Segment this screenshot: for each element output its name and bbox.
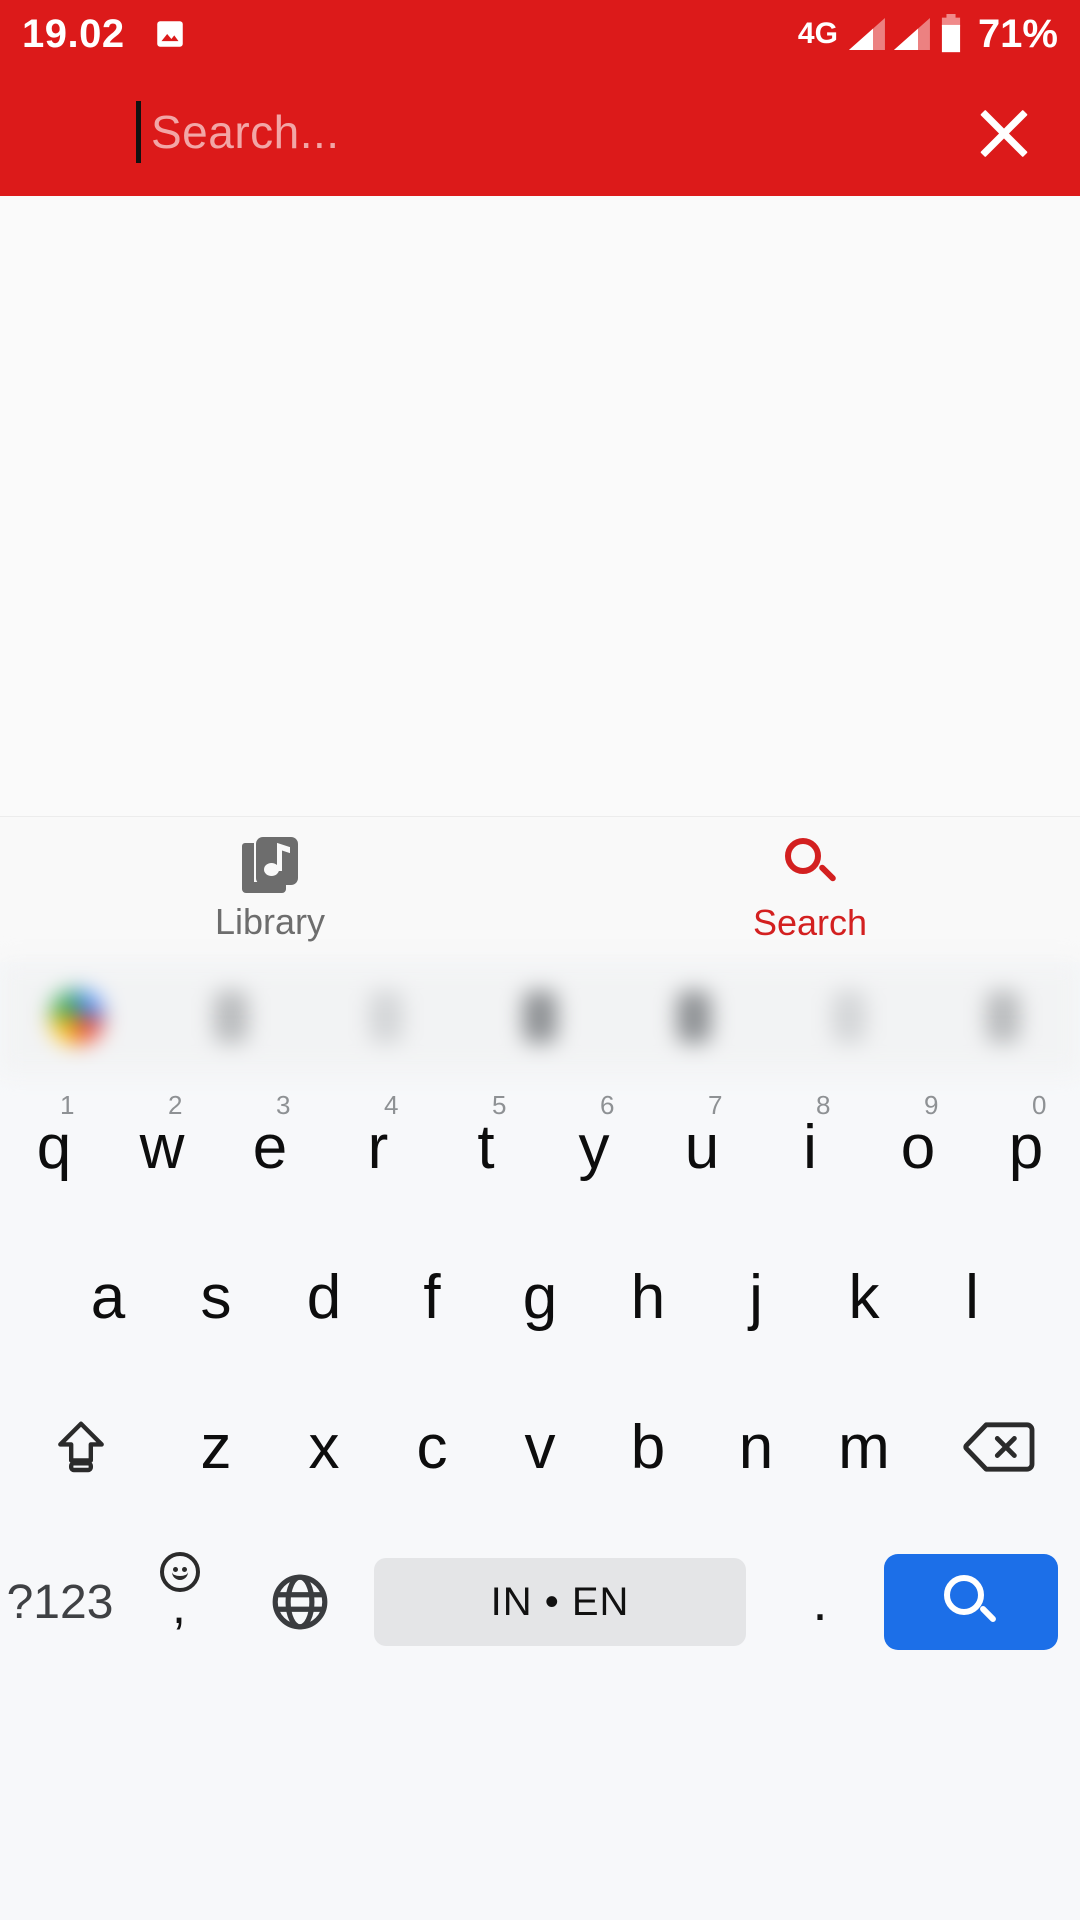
search-enter-icon: [942, 1573, 1000, 1631]
key-s[interactable]: s: [162, 1222, 270, 1372]
keyboard-row-3: z x c v b n m: [0, 1372, 1080, 1522]
bottom-tab-bar: Library Search: [0, 816, 1080, 962]
emoji-comma-key[interactable]: ,: [120, 1522, 240, 1682]
key-w-number: 2: [168, 1090, 182, 1121]
suggestion-item[interactable]: [986, 991, 1020, 1043]
key-w-label: w: [140, 1112, 185, 1183]
battery-percentage: 71%: [978, 12, 1058, 57]
key-j[interactable]: j: [702, 1222, 810, 1372]
key-f[interactable]: f: [378, 1222, 486, 1372]
image-icon: [151, 17, 189, 51]
key-v[interactable]: v: [486, 1372, 594, 1522]
tab-library-label: Library: [215, 901, 325, 943]
key-i[interactable]: 8i: [756, 1072, 864, 1222]
suggestion-item[interactable]: [369, 991, 403, 1043]
keyboard-row-4: ?123 , IN • EN .: [0, 1522, 1080, 1682]
search-header: Search...: [0, 68, 1080, 196]
key-z[interactable]: z: [162, 1372, 270, 1522]
key-c[interactable]: c: [378, 1372, 486, 1522]
key-t-label: t: [477, 1112, 494, 1183]
search-enter-key[interactable]: [884, 1554, 1058, 1650]
tab-library[interactable]: Library: [0, 817, 540, 962]
signal-bars-sim2-icon: [894, 18, 930, 50]
key-i-label: i: [803, 1112, 817, 1183]
key-r-number: 4: [384, 1090, 398, 1121]
key-p-label: p: [1009, 1112, 1043, 1183]
google-logo-icon: [50, 990, 104, 1044]
key-y-label: y: [579, 1112, 610, 1183]
key-u[interactable]: 7u: [648, 1072, 756, 1222]
on-screen-keyboard: 1q 2w 3e 4r 5t 6y 7u 8i 9o 0p a s d f g …: [0, 962, 1080, 1920]
status-bar-right: 4G 71%: [798, 12, 1058, 57]
key-l[interactable]: l: [918, 1222, 1026, 1372]
key-t[interactable]: 5t: [432, 1072, 540, 1222]
key-y-number: 6: [600, 1090, 614, 1121]
key-b[interactable]: b: [594, 1372, 702, 1522]
search-icon: [781, 836, 839, 894]
globe-icon: [269, 1571, 331, 1633]
status-bar-left: 19.02: [22, 12, 189, 57]
search-input[interactable]: Search...: [151, 105, 956, 159]
key-o-label: o: [901, 1112, 935, 1183]
keyboard-row-1: 1q 2w 3e 4r 5t 6y 7u 8i 9o 0p: [0, 1072, 1080, 1222]
key-r-label: r: [368, 1112, 389, 1183]
key-t-number: 5: [492, 1090, 506, 1121]
key-u-number: 7: [708, 1090, 722, 1121]
spacebar-key[interactable]: IN • EN: [374, 1558, 746, 1646]
key-d[interactable]: d: [270, 1222, 378, 1372]
symbols-key[interactable]: ?123: [0, 1522, 120, 1682]
suggestion-item[interactable]: [523, 991, 557, 1043]
library-music-icon: [242, 837, 298, 893]
language-key[interactable]: [240, 1522, 360, 1682]
key-e[interactable]: 3e: [216, 1072, 324, 1222]
key-k[interactable]: k: [810, 1222, 918, 1372]
shift-key[interactable]: [0, 1372, 162, 1522]
status-bar: 19.02 4G 71%: [0, 0, 1080, 68]
results-area: [0, 196, 1080, 816]
key-o[interactable]: 9o: [864, 1072, 972, 1222]
backspace-icon: [962, 1417, 1036, 1477]
key-q-label: q: [37, 1112, 71, 1183]
key-r[interactable]: 4r: [324, 1072, 432, 1222]
key-q-number: 1: [60, 1090, 74, 1121]
tab-search[interactable]: Search: [540, 817, 1080, 962]
network-type-label: 4G: [798, 17, 838, 51]
close-icon[interactable]: [956, 84, 1052, 180]
key-a[interactable]: a: [54, 1222, 162, 1372]
suggestion-item[interactable]: [677, 991, 711, 1043]
key-p[interactable]: 0p: [972, 1072, 1080, 1222]
phone-screen: 19.02 4G 71% Search...: [0, 0, 1080, 1920]
key-u-label: u: [685, 1112, 719, 1183]
backspace-key[interactable]: [918, 1372, 1080, 1522]
key-q[interactable]: 1q: [0, 1072, 108, 1222]
signal-bars-sim1-icon: [849, 18, 885, 50]
suggestion-item[interactable]: [832, 991, 866, 1043]
key-m[interactable]: m: [810, 1372, 918, 1522]
key-n[interactable]: n: [702, 1372, 810, 1522]
key-p-number: 0: [1032, 1090, 1046, 1121]
key-g[interactable]: g: [486, 1222, 594, 1372]
key-x[interactable]: x: [270, 1372, 378, 1522]
suggestion-strip[interactable]: [0, 962, 1080, 1072]
status-clock: 19.02: [22, 12, 125, 57]
key-e-label: e: [253, 1112, 287, 1183]
text-cursor: [136, 101, 141, 163]
tab-search-label: Search: [753, 902, 867, 944]
key-w[interactable]: 2w: [108, 1072, 216, 1222]
battery-icon: [939, 14, 963, 54]
key-y[interactable]: 6y: [540, 1072, 648, 1222]
key-i-number: 8: [816, 1090, 830, 1121]
period-key[interactable]: .: [760, 1522, 880, 1682]
key-h[interactable]: h: [594, 1222, 702, 1372]
shift-icon: [50, 1416, 112, 1478]
suggestion-item[interactable]: [214, 991, 248, 1043]
key-o-number: 9: [924, 1090, 938, 1121]
keyboard-row-2: a s d f g h j k l: [0, 1222, 1080, 1372]
key-e-number: 3: [276, 1090, 290, 1121]
